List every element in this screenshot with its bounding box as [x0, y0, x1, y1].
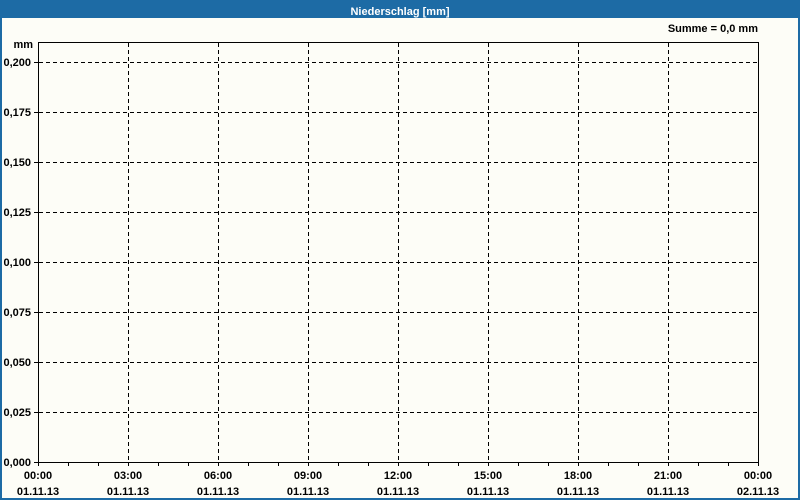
y-tick-label: 0,000	[3, 457, 31, 469]
y-axis-unit-label: mm	[13, 39, 33, 51]
x-tick-time-label: 03:00	[114, 470, 142, 482]
x-tick-time-label: 06:00	[204, 470, 232, 482]
x-tick-time-label: 00:00	[24, 470, 52, 482]
y-tick-label: 0,175	[3, 107, 31, 119]
x-tick-time-label: 00:00	[744, 470, 772, 482]
x-tick-date-label: 01.11.13	[107, 486, 149, 498]
x-tick-date-label: 01.11.13	[287, 486, 329, 498]
x-tick-date-label: 02.11.13	[737, 486, 779, 498]
x-tick-date-label: 01.11.13	[647, 486, 689, 498]
plot-border	[38, 42, 759, 463]
chart-content: Summe = 0,0 mm 0,200 0,175 0,150 0,125 0,100…	[2, 18, 798, 498]
y-tick-label: 0,075	[3, 307, 31, 319]
y-tick-label: 0,150	[3, 157, 31, 169]
x-tick-time-label: 15:00	[474, 470, 502, 482]
y-tick-label: 0,025	[3, 407, 31, 419]
chart-window: Niederschlag [mm] Summe = 0,0 mm 0,200 0,…	[0, 0, 800, 500]
chart-title: Niederschlag [mm]	[350, 6, 450, 18]
x-tick-time-label: 21:00	[654, 470, 682, 482]
precipitation-chart: 0,200 0,175 0,150 0,125 0,100 0,075 0,050 0,025…	[3, 39, 779, 498]
x-tick-time-label: 18:00	[564, 470, 592, 482]
x-tick-time-label: 09:00	[294, 470, 322, 482]
x-tick-date-label: 01.11.13	[197, 486, 239, 498]
window-titlebar: Niederschlag [mm]	[2, 2, 798, 18]
x-tick-date-label: 01.11.13	[17, 486, 59, 498]
y-tick-label: 0,050	[3, 357, 31, 369]
y-tick-label: 0,125	[3, 207, 31, 219]
y-tick-label: 0,100	[3, 257, 31, 269]
x-tick-date-label: 01.11.13	[377, 486, 419, 498]
x-tick-time-label: 12:00	[384, 470, 412, 482]
y-tick-label: 0,200	[3, 57, 31, 69]
x-tick-date-label: 01.11.13	[557, 486, 599, 498]
x-tick-date-label: 01.11.13	[467, 486, 509, 498]
